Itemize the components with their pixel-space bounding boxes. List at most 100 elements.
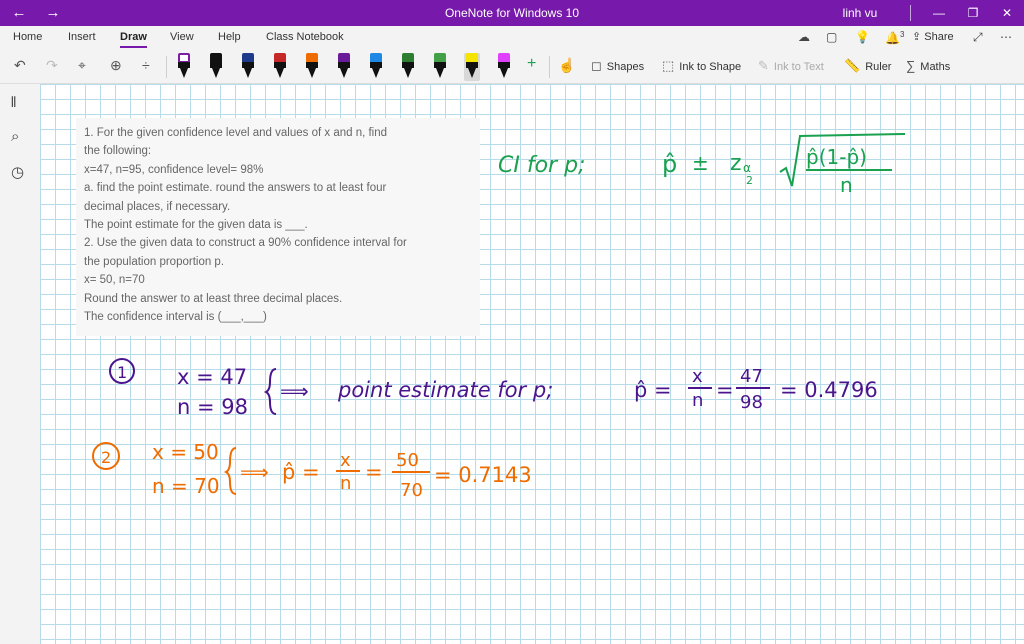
frac-2-den: n	[340, 473, 351, 494]
ci-numerator: p̂(1-p̂)	[806, 145, 867, 169]
tab-help[interactable]: Help	[218, 31, 241, 43]
pen-3[interactable]	[240, 53, 256, 81]
eq-2: =	[365, 460, 383, 484]
point-estimate-text: point estimate for p;	[337, 378, 553, 402]
pen-9[interactable]	[432, 53, 448, 81]
toolbar-separator	[166, 56, 167, 78]
eq-1: =	[716, 378, 734, 402]
ci-two: 2	[746, 174, 753, 187]
pen-5[interactable]	[304, 53, 320, 81]
tab-home[interactable]: Home	[13, 31, 42, 43]
brace-2	[223, 447, 237, 495]
lightbulb-icon[interactable]: 💡	[855, 30, 870, 44]
tab-class-notebook[interactable]: Class Notebook	[266, 31, 344, 43]
page-view-icon[interactable]: ▢	[826, 30, 837, 44]
title-bar: ← → OneNote for Windows 10 linh vu — ❐ ✕	[0, 0, 1024, 26]
ruler-icon: 📏	[844, 58, 861, 73]
ruler-label: Ruler	[865, 61, 892, 73]
frac-2b-den: 70	[400, 480, 423, 501]
insert-space-icon[interactable]: ÷	[142, 57, 150, 73]
pen-tip	[500, 68, 508, 78]
maths-label: Maths	[920, 61, 951, 73]
pen-1[interactable]	[176, 53, 192, 81]
ci-denominator: n	[840, 173, 853, 197]
shapes-label: Shapes	[606, 61, 645, 73]
user-name[interactable]: linh vu	[830, 6, 890, 20]
pen-6[interactable]	[336, 53, 352, 81]
tab-insert[interactable]: Insert	[68, 31, 96, 43]
pen-tip	[180, 68, 188, 78]
search-icon[interactable]: ⌕	[11, 128, 19, 145]
notebooks-icon[interactable]: 𝍪	[11, 92, 16, 117]
pen-tip	[244, 68, 252, 78]
ribbon-tabs: Home Insert Draw View Help Class Noteboo…	[0, 26, 1024, 50]
minimize-icon[interactable]: —	[922, 0, 956, 26]
recent-clock-icon[interactable]: ◷	[11, 163, 24, 181]
ruler-button[interactable]: 📏 Ruler	[844, 58, 891, 74]
back-arrow-icon[interactable]: ←	[8, 4, 30, 22]
forward-arrow-icon[interactable]: →	[42, 4, 64, 22]
ci-plus-minus: ±	[692, 151, 709, 175]
pen-10[interactable]	[464, 53, 480, 81]
lasso-select-icon[interactable]: ⌖	[78, 57, 86, 74]
ci-alpha: α	[743, 161, 751, 175]
frac-2b-num: 50	[396, 450, 419, 471]
pen-4[interactable]	[272, 53, 288, 81]
ci-z: z	[730, 151, 742, 176]
result-1: = 0.4796	[780, 378, 878, 402]
ci-phat: p̂	[662, 150, 677, 178]
undo-icon[interactable]: ↶	[14, 57, 26, 74]
draw-toolbar: ↶ ↷ ⌖ ⊕ ÷ + ☝ ◻ Shapes ⬚ Ink to Shape ✎ Ink…	[0, 50, 1024, 84]
pen-tip	[276, 68, 284, 78]
share-icon: ⇪	[912, 31, 925, 43]
maths-button[interactable]: ∑ Maths	[906, 58, 950, 73]
maths-icon: ∑	[906, 58, 916, 73]
x-value-2: x = 50	[152, 440, 219, 464]
shapes-icon: ◻	[591, 58, 602, 73]
expand-icon[interactable]: ⤢	[973, 30, 983, 45]
tab-view[interactable]: View	[170, 31, 194, 43]
implies-1: ⟹	[280, 379, 309, 403]
phat-2: p̂ =	[282, 460, 320, 484]
add-pen-icon[interactable]: +	[527, 55, 536, 73]
frac-1-den: n	[692, 390, 703, 411]
pen-tip	[212, 68, 220, 78]
add-space-icon[interactable]: ⊕	[110, 57, 122, 74]
sync-icon[interactable]: ☁	[798, 30, 810, 44]
left-sidebar: 𝍪 ⌕ ◷	[0, 84, 40, 644]
frac-1b-den: 98	[740, 392, 763, 413]
restore-icon[interactable]: ❐	[956, 0, 990, 26]
pen-8[interactable]	[400, 53, 416, 81]
n-value-2: n = 70	[152, 474, 220, 498]
phat-1: p̂ =	[634, 378, 672, 402]
x-value-1: x = 47	[177, 365, 247, 389]
ink-to-shape-label: Ink to Shape	[679, 61, 742, 73]
redo-icon[interactable]: ↷	[46, 57, 58, 74]
pen-tip	[404, 68, 412, 78]
more-icon[interactable]: ⋯	[1000, 30, 1012, 44]
pen-11[interactable]	[496, 53, 512, 81]
notifications-icon[interactable]: 🔔3	[885, 30, 904, 45]
share-label: Share	[924, 31, 954, 43]
ink-to-text-button[interactable]: ✎ Ink to Text	[758, 58, 824, 74]
orange-answer-2: 2 x = 50 n = 70 ⟹ p̂ = x n = 50 70 = 0.7…	[92, 440, 532, 501]
circle-1-number: 1	[117, 363, 127, 382]
share-button[interactable]: ⇪ Share	[912, 30, 954, 43]
ci-label: CI for p;	[498, 153, 585, 178]
ink-to-shape-icon: ⬚	[662, 58, 675, 73]
ink-to-shape-button[interactable]: ⬚ Ink to Shape	[662, 58, 741, 74]
close-icon[interactable]: ✕	[990, 0, 1024, 26]
green-ci-formula: CI for p; p̂ ± z α 2 p̂(1-p̂) n	[498, 133, 906, 197]
shapes-button[interactable]: ◻ Shapes	[591, 58, 644, 74]
brace-1	[263, 368, 277, 415]
toolbar-separator	[549, 56, 550, 78]
tab-draw[interactable]: Draw	[120, 31, 147, 48]
result-2: = 0.7143	[434, 463, 532, 487]
pen-tip	[340, 68, 348, 78]
touch-drawing-icon[interactable]: ☝	[558, 57, 575, 74]
pen-7[interactable]	[368, 53, 384, 81]
notification-count: 3	[899, 30, 905, 39]
pen-tip	[468, 68, 476, 78]
pen-2[interactable]	[208, 53, 224, 81]
ink-to-text-icon: ✎	[758, 58, 769, 73]
